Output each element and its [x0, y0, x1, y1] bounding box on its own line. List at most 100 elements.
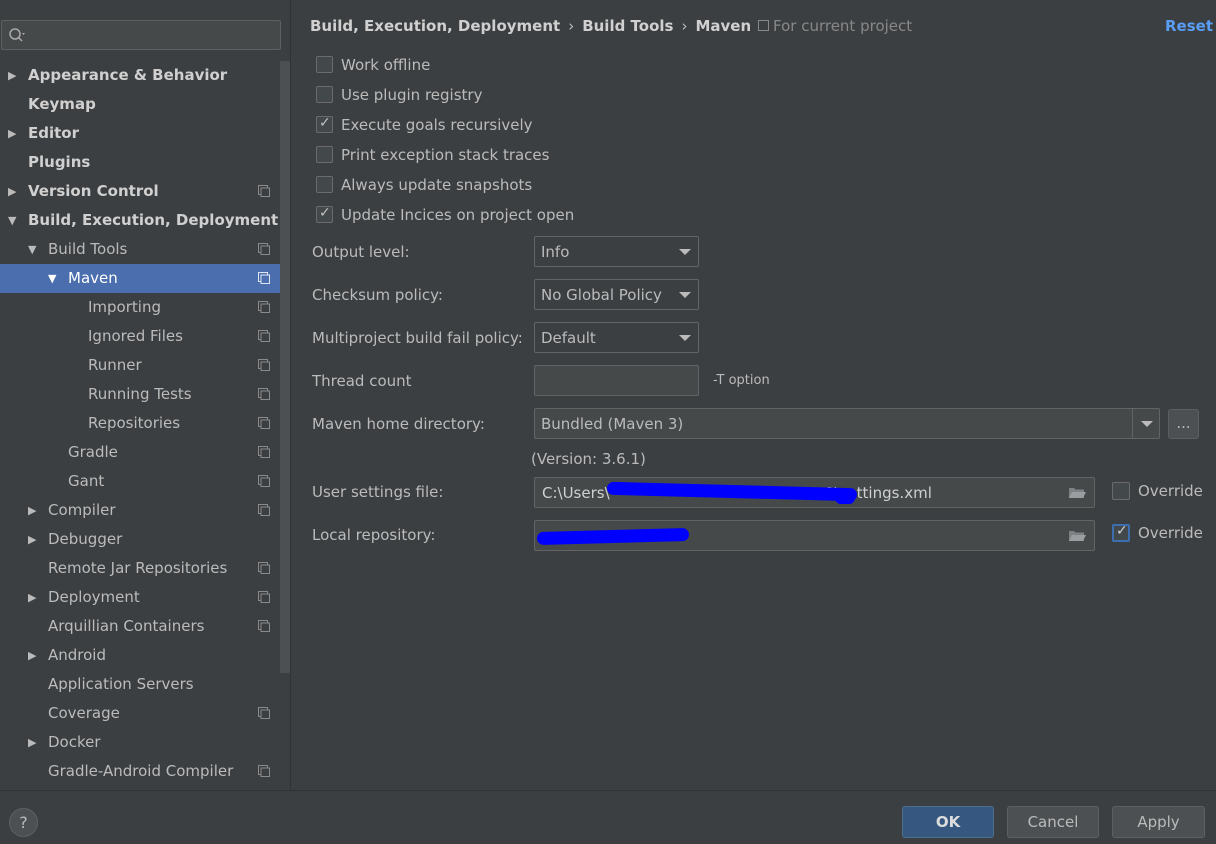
sidebar-item-importing[interactable]: Importing — [0, 293, 280, 322]
sidebar-item-android[interactable]: ▶ Android — [0, 641, 280, 670]
local-repository-override-checkbox[interactable]: ✓ — [1112, 523, 1130, 542]
sidebar-item-remote-jar-repositories[interactable]: Remote Jar Repositories — [0, 554, 280, 583]
sidebar-item-runner[interactable]: Runner — [0, 351, 280, 380]
project-scope-icon — [258, 591, 270, 603]
sidebar-item-label: Gradle-Android Compiler — [48, 762, 234, 780]
breadcrumb-item-build-tools: Build Tools — [582, 17, 674, 35]
checkbox[interactable]: ✓ — [316, 115, 333, 133]
sidebar-item-ignored-files[interactable]: Ignored Files — [0, 322, 280, 351]
checkbox[interactable] — [316, 146, 333, 163]
local-repository-input[interactable] — [534, 520, 1095, 551]
sidebar-item-build-tools[interactable]: ▼ Build Tools — [0, 235, 280, 264]
sidebar-item-compiler[interactable]: ▶ Compiler — [0, 496, 280, 525]
checkbox-label: Execute goals recursively — [341, 116, 533, 134]
project-scope-icon — [258, 330, 270, 342]
sidebar-item-debugger[interactable]: ▶ Debugger — [0, 525, 280, 554]
sidebar-item-label: Android — [48, 646, 106, 664]
sidebar-item-deployment[interactable]: ▶ Deployment — [0, 583, 280, 612]
collapse-arrow-icon[interactable]: ▶ — [8, 177, 16, 206]
sidebar-item-label: Deployment — [48, 588, 140, 606]
collapse-arrow-icon[interactable]: ▶ — [28, 525, 36, 554]
checksum-policy-value: No Global Policy — [541, 286, 662, 304]
sidebar-item-keymap[interactable]: Keymap — [0, 90, 280, 119]
ok-button[interactable]: OK — [902, 806, 994, 838]
user-settings-input[interactable]: C:\Users\ .m2\settings.xml — [534, 477, 1095, 508]
local-repository-label: Local repository: — [312, 526, 436, 544]
collapse-arrow-icon[interactable]: ▶ — [8, 119, 16, 148]
sidebar-item-running-tests[interactable]: Running Tests — [0, 380, 280, 409]
checksum-policy-select[interactable]: No Global Policy — [534, 279, 699, 310]
sidebar-item-build-execution-deployment[interactable]: ▼ Build, Execution, Deployment — [0, 206, 280, 235]
sidebar-item-label: Gradle — [68, 443, 118, 461]
sidebar-item-label: Docker — [48, 733, 101, 751]
project-scope-icon — [258, 272, 270, 284]
expand-arrow-icon[interactable]: ▼ — [28, 235, 36, 264]
folder-icon[interactable] — [1068, 529, 1086, 542]
user-settings-label: User settings file: — [312, 483, 444, 501]
sidebar-item-arquillian-containers[interactable]: Arquillian Containers — [0, 612, 280, 641]
sidebar-item-label: Maven — [68, 269, 118, 287]
sidebar-item-label: Coverage — [48, 704, 120, 722]
output-level-select[interactable]: Info — [534, 236, 699, 267]
cancel-button[interactable]: Cancel — [1007, 806, 1099, 838]
project-scope-icon — [258, 301, 270, 313]
maven-version-label: (Version: 3.6.1) — [531, 450, 646, 468]
sidebar-item-label: Running Tests — [88, 385, 192, 403]
redaction-scribble — [536, 528, 690, 545]
sidebar-item-gant[interactable]: Gant — [0, 467, 280, 496]
checkbox[interactable] — [316, 176, 333, 193]
fail-policy-label: Multiproject build fail policy: — [312, 329, 523, 347]
collapse-arrow-icon[interactable]: ▶ — [28, 583, 36, 612]
sidebar-item-label: Ignored Files — [88, 327, 183, 345]
chevron-down-icon — [679, 335, 691, 341]
checkbox[interactable] — [316, 86, 333, 103]
breadcrumb-separator: › — [681, 17, 688, 35]
sidebar-item-application-servers[interactable]: Application Servers — [0, 670, 280, 699]
folder-icon[interactable] — [1068, 486, 1086, 499]
sidebar-item-label: Remote Jar Repositories — [48, 559, 228, 577]
fail-policy-value: Default — [541, 329, 596, 347]
sidebar-item-editor[interactable]: ▶ Editor — [0, 119, 280, 148]
settings-sidebar: ▶ Appearance & Behavior Keymap ▶ Editor Plugi… — [0, 0, 291, 790]
chevron-down-icon — [679, 249, 691, 255]
expand-arrow-icon[interactable]: ▼ — [8, 206, 16, 235]
collapse-arrow-icon[interactable]: ▶ — [28, 641, 36, 670]
user-settings-override-checkbox[interactable] — [1112, 482, 1130, 500]
sidebar-scrollbar[interactable] — [280, 61, 290, 673]
breadcrumb: Build, Execution, Deployment › Build Tools… — [310, 17, 751, 35]
sidebar-item-docker[interactable]: ▶ Docker — [0, 728, 280, 757]
expand-arrow-icon[interactable]: ▼ — [48, 264, 56, 293]
chevron-down-icon — [1141, 421, 1153, 427]
sidebar-item-version-control[interactable]: ▶ Version Control — [0, 177, 280, 206]
help-button[interactable]: ? — [9, 808, 38, 837]
checksum-policy-label: Checksum policy: — [312, 286, 443, 304]
checkmark-icon: ✓ — [319, 205, 331, 221]
collapse-arrow-icon[interactable]: ▶ — [8, 61, 16, 90]
project-scope-icon — [258, 707, 270, 719]
checkbox-label: Print exception stack traces — [341, 146, 550, 164]
sidebar-item-label: Application Servers — [48, 675, 194, 693]
checkbox[interactable] — [316, 56, 333, 73]
sidebar-item-maven[interactable]: ▼ Maven — [0, 264, 280, 293]
search-input[interactable] — [1, 20, 281, 50]
sidebar-item-label: Importing — [88, 298, 161, 316]
sidebar-item-coverage[interactable]: Coverage — [0, 699, 280, 728]
maven-home-dropdown-button[interactable] — [1132, 409, 1159, 438]
checkbox-label: Always update snapshots — [341, 176, 533, 194]
sidebar-item-gradle-android-compiler[interactable]: Gradle-Android Compiler — [0, 757, 280, 786]
fail-policy-select[interactable]: Default — [534, 322, 699, 353]
sidebar-item-plugins[interactable]: Plugins — [0, 148, 280, 177]
maven-home-combo[interactable]: Bundled (Maven 3) — [534, 408, 1160, 439]
search-icon — [9, 28, 25, 42]
sidebar-item-gradle[interactable]: Gradle — [0, 438, 280, 467]
sidebar-item-repositories[interactable]: Repositories — [0, 409, 280, 438]
checkbox[interactable]: ✓ — [316, 205, 333, 223]
checkbox-label: Use plugin registry — [341, 86, 483, 104]
collapse-arrow-icon[interactable]: ▶ — [28, 728, 36, 757]
maven-home-browse-button[interactable]: ... — [1168, 409, 1199, 439]
apply-button[interactable]: Apply — [1112, 806, 1205, 838]
collapse-arrow-icon[interactable]: ▶ — [28, 496, 36, 525]
thread-count-input[interactable] — [534, 365, 699, 396]
sidebar-item-appearance-behavior[interactable]: ▶ Appearance & Behavior — [0, 61, 280, 90]
reset-link[interactable]: Reset — [1165, 17, 1213, 35]
